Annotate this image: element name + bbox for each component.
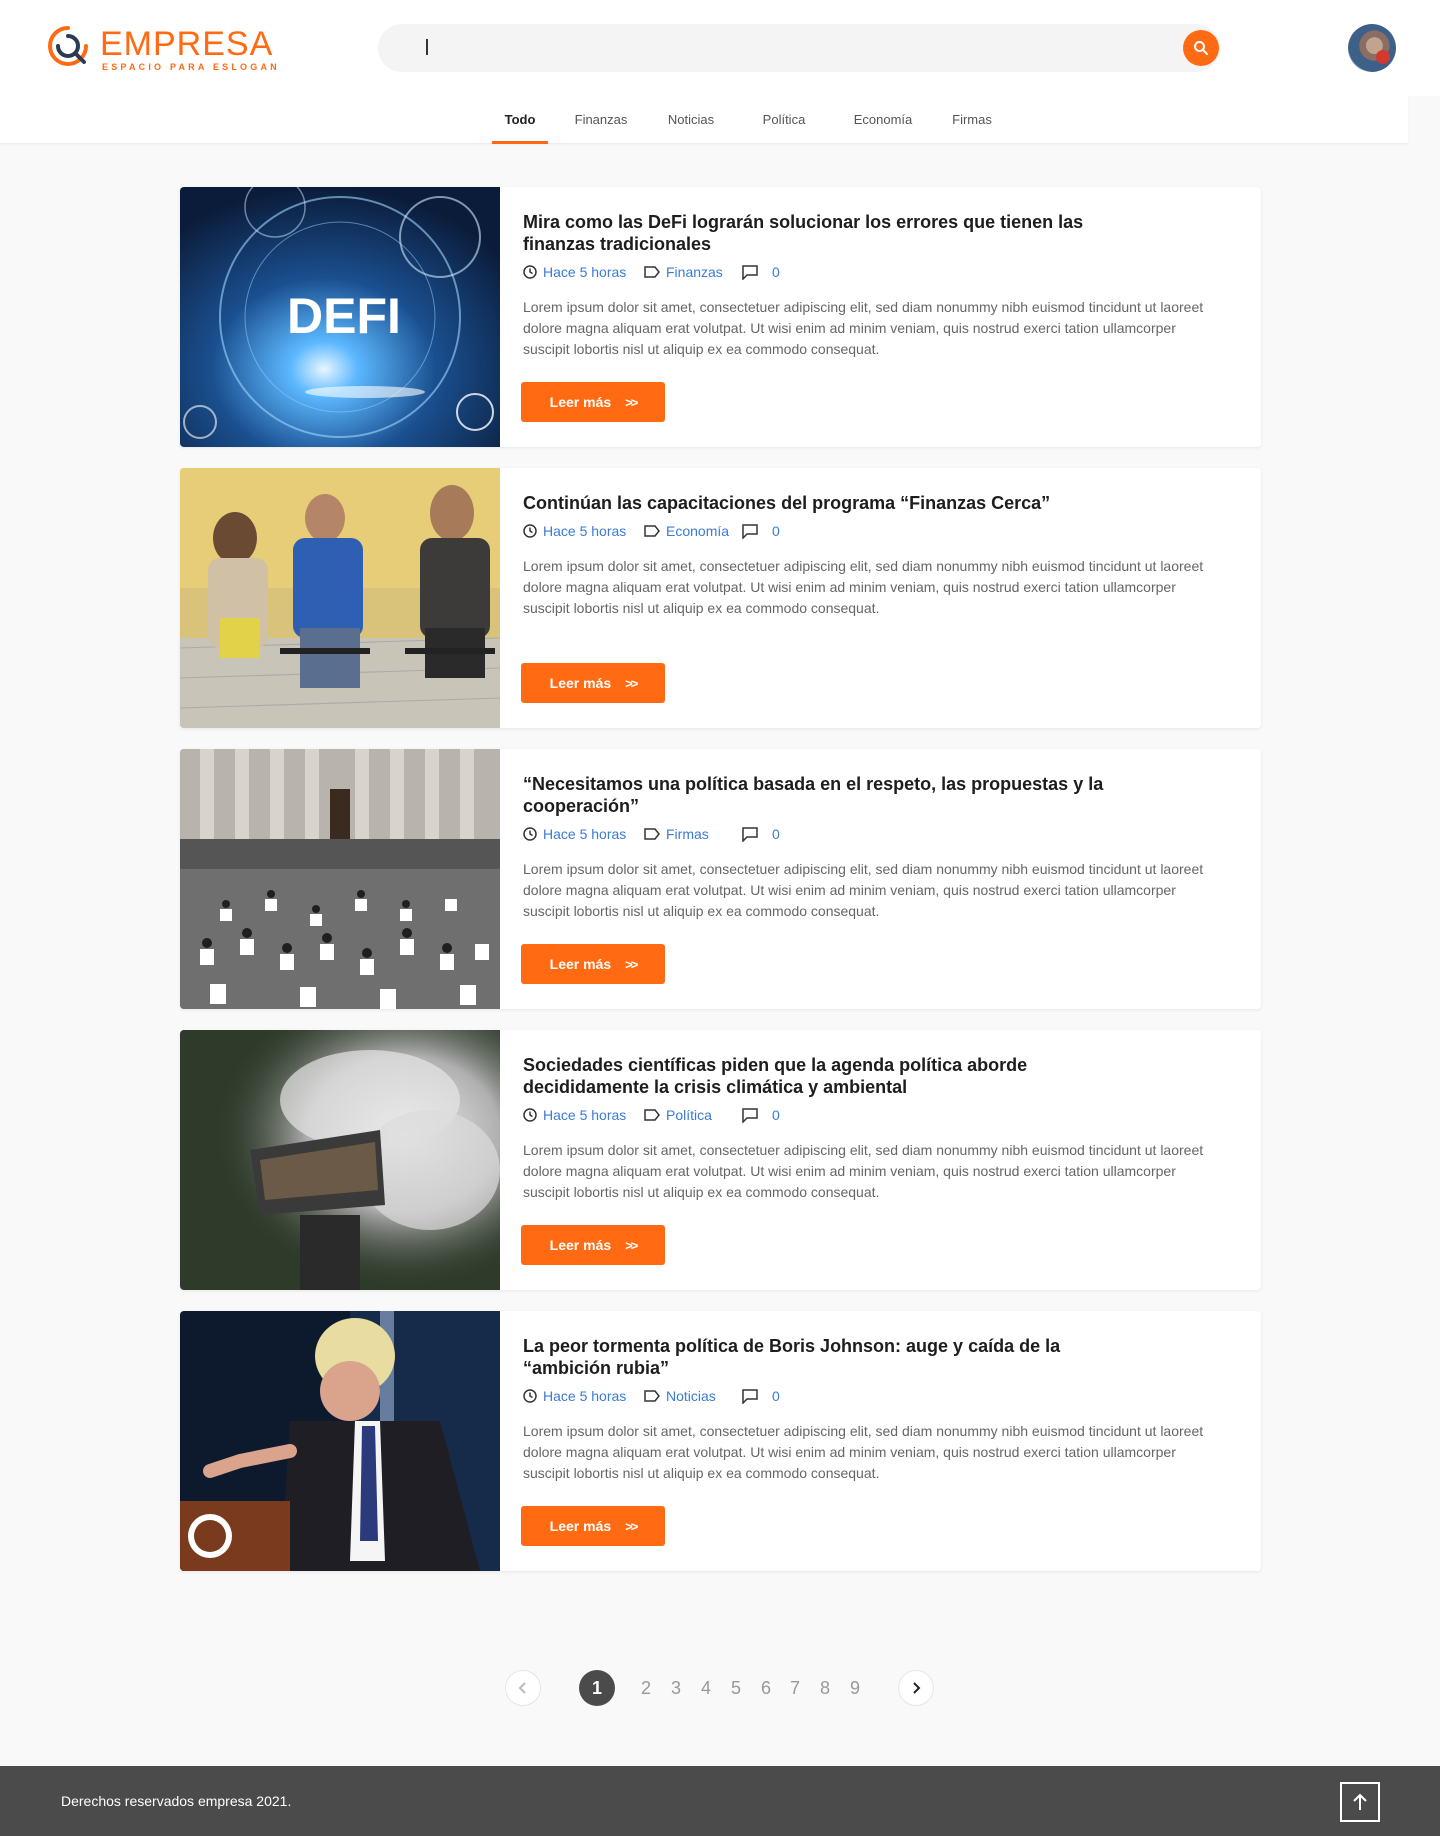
article-time: Hace 5 horas bbox=[543, 1388, 627, 1404]
page-1[interactable]: 1 bbox=[579, 1670, 615, 1706]
article-title[interactable]: “Necesitamos una política basada en el r… bbox=[523, 773, 1123, 817]
comment-icon bbox=[742, 264, 758, 280]
comment-icon bbox=[742, 523, 758, 539]
double-chevron-right-icon: >> bbox=[625, 1238, 638, 1253]
clock-icon bbox=[523, 1108, 537, 1122]
double-chevron-right-icon: >> bbox=[625, 395, 638, 410]
article-description: Lorem ipsum dolor sit amet, consectetuer… bbox=[523, 558, 1204, 616]
article-title[interactable]: Continúan las capacitaciones del program… bbox=[523, 492, 1123, 514]
article-description: Lorem ipsum dolor sit amet, consectetuer… bbox=[523, 299, 1204, 357]
article-image[interactable]: DEFI bbox=[180, 187, 500, 447]
text-cursor bbox=[426, 39, 428, 55]
logo-icon bbox=[48, 26, 88, 66]
clock-icon bbox=[523, 1389, 537, 1403]
article-time: Hace 5 horas bbox=[543, 264, 627, 280]
article-title[interactable]: Mira como las DeFi lograrán solucionar l… bbox=[523, 211, 1123, 255]
read-more-button[interactable]: Leer más >> bbox=[521, 382, 665, 422]
comment-count: 0 bbox=[772, 523, 780, 539]
tab-politica[interactable]: Política bbox=[748, 96, 820, 144]
site-header: EMPRESA ESPACIO PARA ESLOGAN bbox=[0, 0, 1440, 96]
read-more-button[interactable]: Leer más >> bbox=[521, 1225, 665, 1265]
article-description: Lorem ipsum dolor sit amet, consectetuer… bbox=[523, 1423, 1204, 1481]
brand-logo[interactable]: EMPRESA ESPACIO PARA ESLOGAN bbox=[46, 24, 286, 74]
article-image[interactable] bbox=[180, 749, 500, 1009]
double-chevron-right-icon: >> bbox=[625, 957, 638, 972]
clock-icon bbox=[523, 265, 537, 279]
article-image[interactable] bbox=[180, 1030, 500, 1290]
search-icon bbox=[1194, 41, 1208, 55]
comment-icon bbox=[742, 826, 758, 842]
pagination: 1 2 3 4 5 6 7 8 9 bbox=[0, 1670, 1440, 1710]
chevron-right-icon bbox=[913, 1682, 921, 1694]
article-time: Hace 5 horas bbox=[543, 523, 627, 539]
article-image[interactable] bbox=[180, 468, 500, 728]
comment-count: 0 bbox=[772, 264, 780, 280]
image-caption: DEFI bbox=[287, 288, 401, 344]
tab-finanzas[interactable]: Finanzas bbox=[568, 96, 634, 144]
article-description: Lorem ipsum dolor sit amet, consectetuer… bbox=[523, 861, 1204, 919]
brand-slogan: ESPACIO PARA ESLOGAN bbox=[102, 62, 280, 72]
article-title[interactable]: La peor tormenta política de Boris Johns… bbox=[523, 1335, 1123, 1379]
tag-icon bbox=[644, 1390, 660, 1402]
tag-icon bbox=[644, 525, 660, 537]
page-9[interactable]: 9 bbox=[837, 1670, 873, 1706]
comment-icon bbox=[742, 1107, 758, 1123]
article-image[interactable] bbox=[180, 1311, 500, 1571]
next-page-button[interactable] bbox=[898, 1670, 934, 1706]
comment-icon bbox=[742, 1388, 758, 1404]
article-description: Lorem ipsum dolor sit amet, consectetuer… bbox=[523, 1142, 1204, 1200]
prev-page-button[interactable] bbox=[505, 1670, 541, 1706]
article-card: DEFI Mira como las DeFi lograrán solucio… bbox=[180, 187, 1261, 447]
tab-firmas[interactable]: Firmas bbox=[944, 96, 1000, 144]
article-category[interactable]: Firmas bbox=[666, 825, 709, 843]
site-footer: Derechos reservados empresa 2021. bbox=[0, 1766, 1440, 1836]
tab-economia[interactable]: Economía bbox=[842, 96, 924, 144]
double-chevron-right-icon: >> bbox=[625, 676, 638, 691]
tag-icon bbox=[644, 1109, 660, 1121]
copyright-text: Derechos reservados empresa 2021. bbox=[61, 1793, 292, 1809]
article-time: Hace 5 horas bbox=[543, 826, 627, 842]
double-chevron-right-icon: >> bbox=[625, 1519, 638, 1534]
article-category[interactable]: Política bbox=[666, 1106, 712, 1124]
article-card: La peor tormenta política de Boris Johns… bbox=[180, 1311, 1261, 1571]
tab-noticias[interactable]: Noticias bbox=[656, 96, 726, 144]
article-category[interactable]: Noticias bbox=[666, 1387, 716, 1405]
tab-todo[interactable]: Todo bbox=[492, 96, 548, 144]
chevron-left-icon bbox=[518, 1682, 526, 1694]
arrow-up-icon bbox=[1353, 1793, 1367, 1810]
read-more-button[interactable]: Leer más >> bbox=[521, 944, 665, 984]
article-category[interactable]: Economía bbox=[666, 522, 729, 540]
tag-icon bbox=[644, 266, 660, 278]
comment-count: 0 bbox=[772, 826, 780, 842]
back-to-top-button[interactable] bbox=[1340, 1782, 1380, 1822]
comment-count: 0 bbox=[772, 1107, 780, 1123]
read-more-button[interactable]: Leer más >> bbox=[521, 1506, 665, 1546]
brand-name: EMPRESA bbox=[100, 25, 274, 63]
article-card: “Necesitamos una política basada en el r… bbox=[180, 749, 1261, 1009]
article-time: Hace 5 horas bbox=[543, 1107, 627, 1123]
article-category[interactable]: Finanzas bbox=[666, 263, 723, 281]
search-button[interactable] bbox=[1183, 30, 1219, 66]
category-tabs: Todo Finanzas Noticias Política Economía… bbox=[0, 96, 1408, 144]
tag-icon bbox=[644, 828, 660, 840]
read-more-button[interactable]: Leer más >> bbox=[521, 663, 665, 703]
user-avatar[interactable] bbox=[1348, 24, 1396, 72]
search-input[interactable] bbox=[378, 24, 1220, 72]
article-card: Continúan las capacitaciones del program… bbox=[180, 468, 1261, 728]
clock-icon bbox=[523, 827, 537, 841]
clock-icon bbox=[523, 524, 537, 538]
comment-count: 0 bbox=[772, 1388, 780, 1404]
article-title[interactable]: Sociedades científicas piden que la agen… bbox=[523, 1054, 1123, 1098]
article-card: Sociedades científicas piden que la agen… bbox=[180, 1030, 1261, 1290]
